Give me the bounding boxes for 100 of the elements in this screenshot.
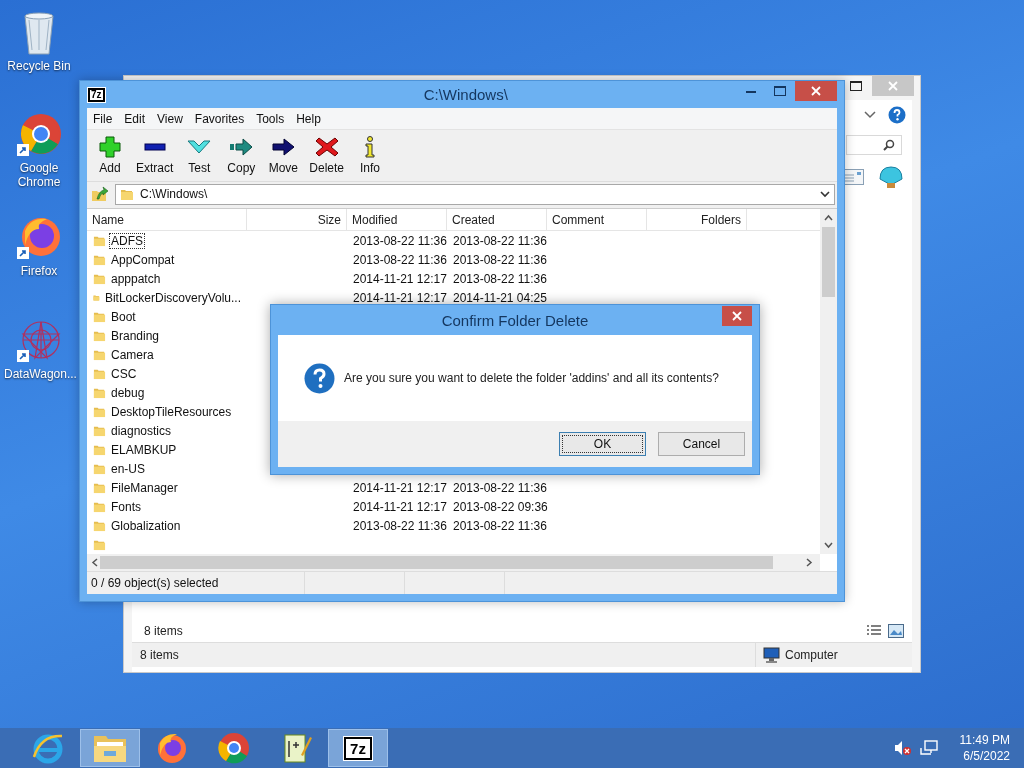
file-name[interactable]: CSC — [109, 365, 139, 382]
shell-icon[interactable] — [878, 165, 904, 189]
created-date: 2013-08-22 11:36 — [453, 518, 547, 533]
network-icon[interactable] — [919, 740, 938, 756]
menu-item[interactable]: Favorites — [188, 109, 251, 128]
close-button[interactable] — [722, 306, 752, 326]
folder-icon — [93, 367, 106, 380]
move-button[interactable]: Move — [262, 130, 305, 181]
network-star-icon[interactable] — [17, 318, 61, 364]
modified-date: 2014-11-21 12:17 — [353, 499, 447, 514]
dialog-button[interactable]: Cancel — [658, 432, 745, 456]
copy-button[interactable]: Copy — [220, 130, 263, 181]
created-date: 2014-11-21 04:25 — [453, 290, 547, 305]
file-name[interactable]: AppCompat — [109, 251, 177, 268]
desktop-icon-label: Recycle Bin — [6, 59, 72, 73]
file-name[interactable]: ADFS — [109, 232, 145, 249]
menu-item[interactable]: Edit — [118, 109, 152, 128]
folder-icon — [93, 462, 106, 475]
info-button[interactable]: Info — [349, 130, 392, 181]
status-item-count: 8 items — [140, 648, 179, 662]
folder-icon — [93, 519, 106, 532]
maximize-icon — [850, 81, 862, 91]
delete-button[interactable]: Delete — [304, 130, 350, 181]
add-button[interactable]: Add — [89, 130, 131, 181]
clock-time[interactable]: 11:49 PM — [959, 733, 1010, 747]
file-name[interactable]: en-US — [109, 460, 147, 477]
browser-icon — [217, 731, 251, 765]
file-name[interactable]: DesktopTileResources — [109, 403, 234, 420]
created-date: 2013-08-22 11:36 — [453, 480, 547, 495]
file-name[interactable]: debug — [109, 384, 147, 401]
details-view-icon[interactable] — [866, 624, 882, 638]
file-name[interactable]: FileManager — [109, 479, 180, 496]
search-icon — [883, 139, 895, 151]
file-name[interactable]: Branding — [109, 327, 162, 344]
test-button[interactable]: Test — [178, 130, 221, 181]
file-name[interactable]: diagnostics — [109, 422, 174, 439]
file-name[interactable]: Fonts — [109, 498, 143, 515]
selection-status: 0 / 69 object(s) selected — [91, 576, 219, 590]
folder-icon — [93, 386, 106, 399]
desktop-icon-label: Google Chrome — [16, 161, 62, 189]
modified-date: 2013-08-22 11:36 — [353, 252, 447, 267]
file-name[interactable]: Boot — [109, 308, 138, 325]
app-logo-icon: 7z — [344, 736, 372, 760]
created-date: 2013-08-22 09:36 — [453, 499, 548, 514]
close-icon — [732, 311, 742, 321]
close-button[interactable] — [795, 81, 837, 101]
folder-icon — [93, 481, 106, 494]
file-name[interactable]: Globalization — [109, 517, 183, 534]
menu-item[interactable]: View — [151, 109, 189, 128]
created-date: 2013-08-22 11:36 — [453, 271, 547, 286]
arrow-right-icon — [228, 136, 255, 158]
menu-item[interactable]: File — [87, 109, 119, 128]
file-name[interactable]: Camera — [109, 346, 156, 363]
folder-icon — [93, 443, 106, 456]
file-name[interactable]: ELAMBKUP — [109, 441, 179, 458]
folder-icon — [93, 310, 106, 323]
search-field[interactable] — [846, 135, 902, 155]
chevron-down-icon[interactable] — [864, 111, 876, 119]
browser-icon[interactable] — [17, 112, 61, 158]
clock-date[interactable]: 6/5/2022 — [963, 749, 1010, 763]
file-explorer-taskbar-button[interactable] — [80, 729, 140, 767]
muted-speaker-icon[interactable] — [893, 740, 912, 756]
vertical-scrollbar[interactable] — [820, 209, 837, 554]
dialog-message: Are you sure you want to delete the folder 'addins' and all its contents? — [344, 371, 719, 385]
browser-icon — [155, 731, 189, 765]
location-text: Computer — [785, 648, 838, 662]
extract-button[interactable]: Extract — [131, 130, 179, 181]
dialog-button[interactable]: OK — [559, 432, 646, 456]
maximize-icon — [773, 86, 786, 96]
address-field[interactable]: C:\Windows\ — [115, 183, 835, 205]
folder-icon — [93, 500, 106, 513]
horizontal-scrollbar[interactable] — [87, 554, 820, 571]
question-icon — [304, 362, 335, 394]
cross-icon — [313, 136, 340, 158]
folder-arrow-icon — [91, 185, 109, 203]
folder-icon — [93, 253, 106, 266]
folder-icon — [93, 538, 106, 551]
modified-date: 2014-11-21 12:17 — [353, 480, 447, 495]
close-icon — [888, 81, 898, 91]
folder-icon — [93, 405, 106, 418]
chevron-down-icon — [820, 190, 830, 198]
modified-date: 2014-11-21 12:17 — [353, 271, 447, 286]
thumbnail-view-icon[interactable] — [888, 624, 904, 638]
menu-item[interactable]: Tools — [250, 109, 291, 128]
app-logo-icon: 7z — [88, 87, 105, 102]
modified-date: 2014-11-21 12:17 — [353, 290, 447, 305]
item-count: 8 items — [144, 624, 183, 638]
file-name[interactable]: BitLockerDiscoveryVolu... — [102, 289, 243, 306]
archiver-taskbar-button[interactable]: 7z — [328, 729, 388, 767]
help-icon[interactable] — [888, 106, 906, 124]
modified-date: 2013-08-22 11:36 — [353, 518, 447, 533]
dialog-title: Confirm Folder Delete — [441, 311, 589, 329]
browser-icon[interactable] — [17, 215, 61, 261]
folder-icon — [93, 348, 106, 361]
menu-item[interactable]: Help — [290, 109, 327, 128]
file-name[interactable]: apppatch — [109, 270, 163, 287]
computer-icon — [762, 647, 780, 663]
plus-icon — [97, 136, 123, 158]
close-icon — [811, 86, 821, 96]
desktop-icon-label: DataWagon... — [4, 367, 74, 381]
